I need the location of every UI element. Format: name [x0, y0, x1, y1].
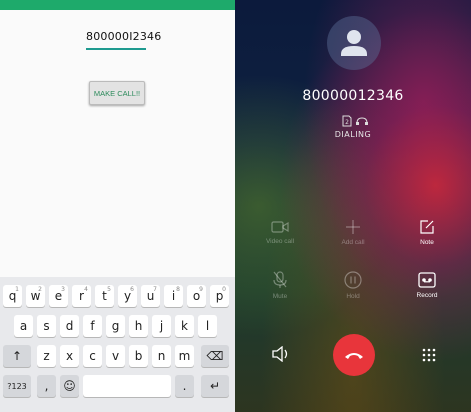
record-button[interactable]: Record	[397, 272, 457, 299]
key-t[interactable]: t5	[95, 285, 114, 307]
svg-text:2: 2	[345, 119, 349, 126]
pause-icon	[344, 271, 362, 289]
video-call-label: Video call	[265, 238, 295, 245]
dialpad-icon	[422, 348, 436, 362]
phone-number-input[interactable]: 800000I2346	[86, 30, 161, 50]
video-camera-icon	[271, 221, 289, 233]
note-label: Note	[420, 239, 434, 246]
soft-keyboard: q1 w2 e3 r4 t5 y6 u7 i8 o9 p0 a s d f g …	[0, 277, 235, 412]
call-status: DIALING	[334, 130, 372, 139]
key-c[interactable]: c	[83, 345, 102, 367]
app-bar	[0, 0, 235, 10]
key-w[interactable]: w2	[26, 285, 45, 307]
period-key[interactable]: .	[175, 375, 194, 397]
key-d[interactable]: d	[60, 315, 79, 337]
key-j[interactable]: j	[152, 315, 171, 337]
note-button[interactable]: Note	[397, 219, 457, 246]
key-h[interactable]: h	[129, 315, 148, 337]
key-v[interactable]: v	[106, 345, 125, 367]
hd-voice-icon	[356, 117, 368, 125]
contact-avatar	[327, 16, 381, 70]
dialed-number: 80000012346	[302, 88, 404, 104]
key-x[interactable]: x	[60, 345, 79, 367]
key-q[interactable]: q1	[3, 285, 22, 307]
caller-app: 800000I2346 MAKE CALL!! q1 w2 e3 r4 t5 y…	[0, 0, 235, 412]
key-e[interactable]: e3	[49, 285, 68, 307]
mute-button[interactable]: Mute	[250, 271, 310, 300]
key-i[interactable]: i8	[164, 285, 183, 307]
key-l[interactable]: l	[198, 315, 217, 337]
call-screen: 80000012346 2 DIALING Video call Add cal…	[235, 0, 471, 412]
key-o[interactable]: o9	[187, 285, 206, 307]
shift-key[interactable]: ↑	[3, 345, 31, 367]
key-k[interactable]: k	[175, 315, 194, 337]
key-p[interactable]: p0	[210, 285, 229, 307]
comma-key[interactable]: ,	[37, 375, 56, 397]
hold-button[interactable]: Hold	[323, 271, 383, 300]
record-tape-icon	[418, 272, 436, 288]
key-g[interactable]: g	[106, 315, 125, 337]
key-z[interactable]: z	[37, 345, 56, 367]
key-m[interactable]: m	[175, 345, 194, 367]
add-call-label: Add call	[341, 239, 365, 246]
make-call-button[interactable]: MAKE CALL!!	[89, 81, 145, 105]
key-f[interactable]: f	[83, 315, 102, 337]
key-u[interactable]: u7	[141, 285, 160, 307]
key-n[interactable]: n	[152, 345, 171, 367]
hold-label: Hold	[346, 293, 360, 300]
mute-label: Mute	[272, 293, 288, 300]
microphone-mute-icon	[273, 271, 287, 288]
emoji-key[interactable]: ☺	[60, 375, 79, 397]
add-call-button[interactable]: Add call	[323, 219, 383, 246]
speaker-button[interactable]	[271, 345, 291, 366]
person-icon	[341, 30, 367, 56]
key-s[interactable]: s	[37, 315, 56, 337]
key-b[interactable]: b	[129, 345, 148, 367]
speaker-icon	[272, 345, 288, 363]
key-r[interactable]: r4	[72, 285, 91, 307]
backspace-key[interactable]: ⌫	[201, 345, 229, 367]
end-call-button[interactable]	[333, 334, 375, 376]
video-call-button[interactable]: Video call	[250, 220, 310, 245]
record-label: Record	[416, 292, 438, 299]
enter-key[interactable]: ↵	[201, 375, 229, 397]
sim-card-icon: 2	[342, 115, 352, 127]
symbols-key[interactable]: ?123	[3, 375, 31, 397]
edit-note-icon	[420, 220, 434, 234]
sim-hd-indicators: 2	[341, 112, 369, 127]
keypad-button[interactable]	[422, 347, 436, 366]
hang-up-icon	[345, 353, 363, 359]
key-a[interactable]: a	[14, 315, 33, 337]
spacebar-key[interactable]	[83, 375, 171, 397]
plus-icon	[346, 220, 360, 234]
key-y[interactable]: y6	[118, 285, 137, 307]
